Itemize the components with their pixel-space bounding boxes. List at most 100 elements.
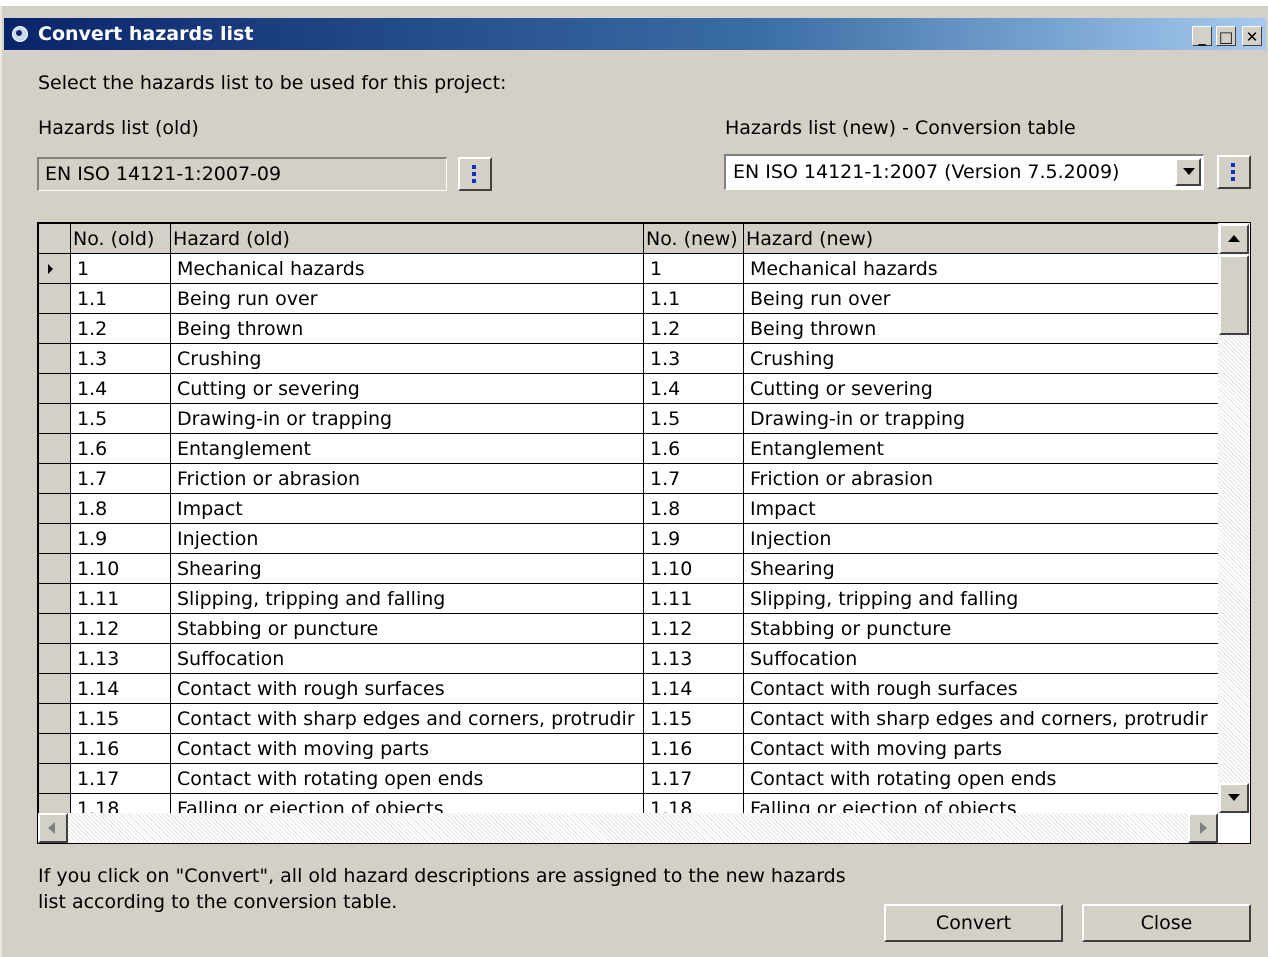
cell-hazard-new[interactable]: Contact with rough surfaces (743, 673, 1224, 704)
vertical-scrollbar[interactable] (1218, 223, 1250, 813)
cell-hazard-new[interactable]: Suffocation (743, 643, 1224, 674)
cell-hazard-new[interactable]: Impact (743, 493, 1224, 524)
row-indicator[interactable] (38, 613, 71, 644)
cell-no-new[interactable]: 1.14 (643, 673, 744, 704)
table-row[interactable]: 1.16 Contact with moving parts 1.16 Contact… (38, 733, 1224, 764)
cell-no-old[interactable]: 1.11 (70, 583, 171, 614)
row-indicator[interactable] (38, 343, 71, 374)
table-row[interactable]: 1.10 Shearing 1.10 Shearing (38, 553, 1224, 584)
cell-no-new[interactable]: 1.17 (643, 763, 744, 794)
row-indicator[interactable] (38, 403, 71, 434)
table-row[interactable]: 1.1 Being run over 1.1 Being run over (38, 283, 1224, 314)
column-header-hazard-old[interactable]: Hazard (old) (170, 223, 644, 254)
cell-no-new[interactable]: 1.1 (643, 283, 744, 314)
cell-hazard-new[interactable]: Entanglement (743, 433, 1224, 464)
cell-hazard-new[interactable]: Contact with moving parts (743, 733, 1224, 764)
cell-no-old[interactable]: 1.15 (70, 703, 171, 734)
row-indicator[interactable] (38, 763, 71, 794)
cell-no-old[interactable]: 1.16 (70, 733, 171, 764)
cell-hazard-new[interactable]: Contact with sharp edges and corners, pr… (743, 703, 1224, 734)
column-header-no-new[interactable]: No. (new) (643, 223, 744, 254)
cell-hazard-old[interactable]: Cutting or severing (170, 373, 644, 404)
row-indicator[interactable] (38, 523, 71, 554)
close-button[interactable]: Close (1082, 904, 1251, 942)
table-row[interactable]: 1.12 Stabbing or puncture 1.12 Stabbing or … (38, 613, 1224, 644)
cell-no-new[interactable]: 1.8 (643, 493, 744, 524)
new-list-select[interactable]: EN ISO 14121-1:2007 (Version 7.5.2009) (724, 154, 1204, 190)
new-list-info-button[interactable] (1217, 155, 1251, 189)
cell-hazard-old[interactable]: Contact with moving parts (170, 733, 644, 764)
cell-hazard-old[interactable]: Injection (170, 523, 644, 554)
minimize-button[interactable]: _ (1192, 26, 1212, 46)
cell-no-new[interactable]: 1.10 (643, 553, 744, 584)
table-row[interactable]: 1 Mechanical hazards 1 Mechanical hazards (38, 253, 1224, 284)
cell-hazard-new[interactable]: Being thrown (743, 313, 1224, 344)
cell-no-old[interactable]: 1.12 (70, 613, 171, 644)
cell-no-old[interactable]: 1.4 (70, 373, 171, 404)
table-row[interactable]: 1.8 Impact 1.8 Impact (38, 493, 1224, 524)
row-indicator[interactable] (38, 313, 71, 344)
cell-hazard-old[interactable]: Slipping, tripping and falling (170, 583, 644, 614)
cell-no-old[interactable]: 1.17 (70, 763, 171, 794)
cell-no-old[interactable]: 1.5 (70, 403, 171, 434)
table-row[interactable]: 1.13 Suffocation 1.13 Suffocation (38, 643, 1224, 674)
cell-hazard-old[interactable]: Friction or abrasion (170, 463, 644, 494)
cell-no-new[interactable]: 1.7 (643, 463, 744, 494)
row-indicator[interactable] (38, 373, 71, 404)
cell-hazard-new[interactable]: Friction or abrasion (743, 463, 1224, 494)
cell-hazard-old[interactable]: Contact with sharp edges and corners, pr… (170, 703, 644, 734)
row-indicator[interactable] (38, 583, 71, 614)
table-row[interactable]: 1.11 Slipping, tripping and falling 1.11 Sl… (38, 583, 1224, 614)
cell-no-new[interactable]: 1.6 (643, 433, 744, 464)
cell-hazard-old[interactable]: Contact with rough surfaces (170, 673, 644, 704)
cell-no-old[interactable]: 1.3 (70, 343, 171, 374)
row-indicator[interactable] (38, 463, 71, 494)
cell-hazard-old[interactable]: Entanglement (170, 433, 644, 464)
cell-hazard-new[interactable]: Shearing (743, 553, 1224, 584)
cell-hazard-old[interactable]: Stabbing or puncture (170, 613, 644, 644)
row-indicator[interactable] (38, 673, 71, 704)
table-row[interactable]: 1.3 Crushing 1.3 Crushing (38, 343, 1224, 374)
scroll-up-button[interactable] (1219, 224, 1249, 254)
horizontal-scrollbar[interactable] (38, 813, 1218, 843)
cell-hazard-new[interactable]: Being run over (743, 283, 1224, 314)
table-row[interactable]: 1.5 Drawing-in or trapping 1.5 Drawing-in o… (38, 403, 1224, 434)
cell-no-new[interactable]: 1.9 (643, 523, 744, 554)
cell-hazard-old[interactable]: Drawing-in or trapping (170, 403, 644, 434)
cell-no-new[interactable]: 1.4 (643, 373, 744, 404)
row-indicator[interactable] (38, 643, 71, 674)
cell-hazard-old[interactable]: Contact with rotating open ends (170, 763, 644, 794)
row-indicator[interactable] (38, 283, 71, 314)
table-row[interactable]: 1.4 Cutting or severing 1.4 Cutting or seve… (38, 373, 1224, 404)
cell-hazard-new[interactable]: Contact with rotating open ends (743, 763, 1224, 794)
cell-no-old[interactable]: 1.6 (70, 433, 171, 464)
cell-hazard-new[interactable]: Cutting or severing (743, 373, 1224, 404)
cell-hazard-old[interactable]: Impact (170, 493, 644, 524)
scroll-down-button[interactable] (1219, 783, 1249, 813)
cell-no-new[interactable]: 1.2 (643, 313, 744, 344)
cell-no-new[interactable]: 1.11 (643, 583, 744, 614)
cell-no-old[interactable]: 1.10 (70, 553, 171, 584)
cell-hazard-old[interactable]: Being run over (170, 283, 644, 314)
close-window-button[interactable]: ✕ (1242, 26, 1262, 46)
row-indicator[interactable] (38, 703, 71, 734)
cell-no-new[interactable]: 1.12 (643, 613, 744, 644)
cell-hazard-new[interactable]: Crushing (743, 343, 1224, 374)
column-header-hazard-new[interactable]: Hazard (new) (743, 223, 1224, 254)
cell-no-new[interactable]: 1.13 (643, 643, 744, 674)
cell-hazard-new[interactable]: Mechanical hazards (743, 253, 1224, 284)
cell-hazard-new[interactable]: Injection (743, 523, 1224, 554)
convert-button[interactable]: Convert (884, 904, 1063, 942)
cell-hazard-old[interactable]: Crushing (170, 343, 644, 374)
table-row[interactable]: 1.6 Entanglement 1.6 Entanglement (38, 433, 1224, 464)
row-indicator[interactable] (38, 433, 71, 464)
table-row[interactable]: 1.15 Contact with sharp edges and corners… (38, 703, 1224, 734)
cell-hazard-old[interactable]: Suffocation (170, 643, 644, 674)
chevron-down-icon[interactable] (1175, 158, 1201, 186)
table-row[interactable]: 1.17 Contact with rotating open ends 1.17 C… (38, 763, 1224, 794)
cell-hazard-new[interactable]: Drawing-in or trapping (743, 403, 1224, 434)
maximize-button[interactable]: □ (1216, 26, 1236, 46)
cell-no-new[interactable]: 1.3 (643, 343, 744, 374)
table-row[interactable]: 1.9 Injection 1.9 Injection (38, 523, 1224, 554)
old-list-field[interactable]: EN ISO 14121-1:2007-09 (37, 157, 447, 191)
